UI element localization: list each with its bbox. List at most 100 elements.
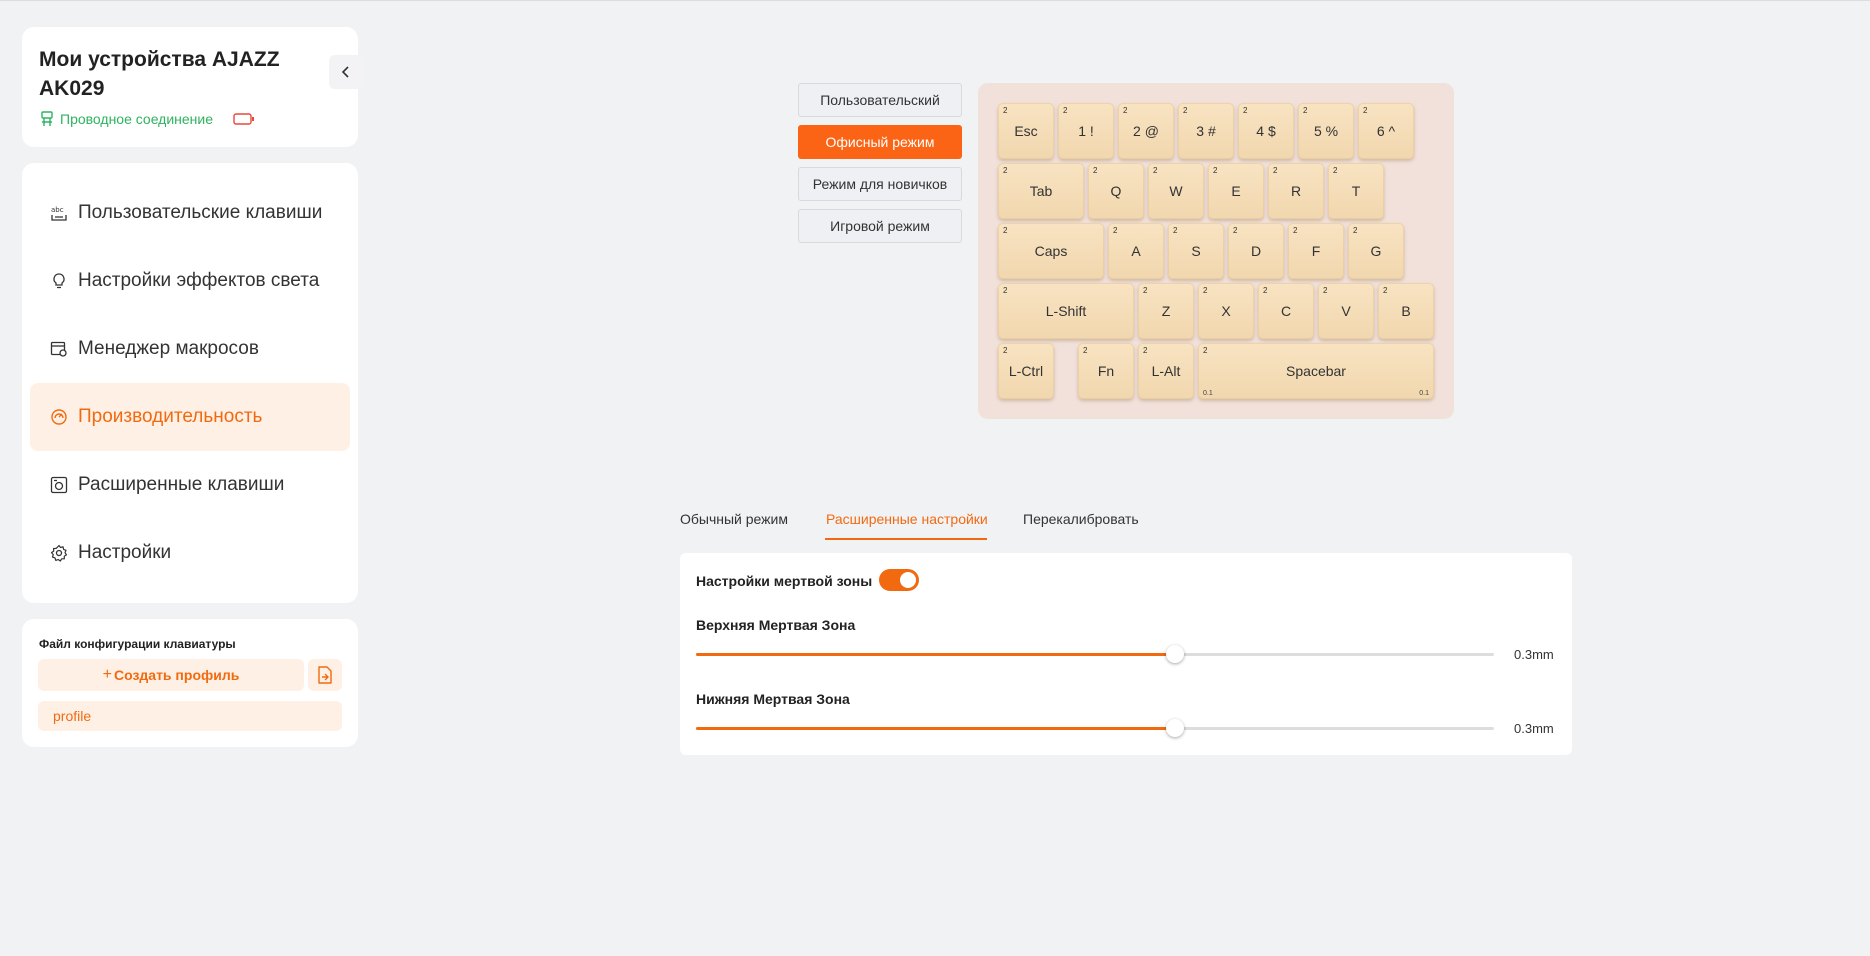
key-sub-label: 0.1	[1419, 390, 1429, 397]
key[interactable]: 2E	[1208, 163, 1264, 219]
key-travel-label: 2	[1363, 106, 1368, 115]
collapse-button[interactable]	[329, 55, 363, 89]
key[interactable]: 2S	[1168, 223, 1224, 279]
tab-normal-mode[interactable]: Обычный режим	[680, 511, 788, 527]
key[interactable]: 2A	[1108, 223, 1164, 279]
key[interactable]: 2D	[1228, 223, 1284, 279]
key-travel-label: 2	[1383, 286, 1388, 295]
connection-status: Проводное соединение	[40, 111, 255, 127]
key-label: Caps	[1034, 243, 1068, 259]
key-travel-label: 2	[1323, 286, 1328, 295]
key-travel-label: 2	[1243, 106, 1248, 115]
nav-item-custom-keys[interactable]: abc Пользовательские клавиши	[30, 179, 350, 247]
import-profile-button[interactable]	[308, 659, 342, 691]
key[interactable]: 2R	[1268, 163, 1324, 219]
key[interactable]: 2 Esc	[998, 103, 1054, 159]
key[interactable]: 2 Caps	[998, 223, 1104, 279]
lower-deadzone-slider[interactable]	[696, 719, 1494, 737]
key-travel-label: 2	[1063, 106, 1068, 115]
deadzone-toggle[interactable]	[879, 569, 919, 591]
tab-active-underline	[825, 538, 987, 540]
key-label: W	[1169, 183, 1183, 199]
mode-custom-button[interactable]: Пользовательский	[798, 83, 962, 117]
key[interactable]: 2 L-Alt	[1138, 343, 1194, 399]
macro-icon	[50, 340, 68, 358]
plus-icon: +	[102, 666, 112, 683]
key-label: F	[1311, 243, 1321, 259]
key[interactable]: 2 Tab	[998, 163, 1084, 219]
nav-item-performance[interactable]: Производительность	[30, 383, 350, 451]
key-travel-label: 2	[1173, 226, 1178, 235]
key[interactable]: 2 3 #	[1178, 103, 1234, 159]
key-travel-label: 2	[1113, 226, 1118, 235]
keyboard-layout: 2 Esc 21 ! 22 @ 23 # 24 $ 25 % 26 ^ 2 Tab …	[978, 83, 1454, 419]
key[interactable]: 2B	[1378, 283, 1434, 339]
key-label: E	[1231, 183, 1241, 199]
battery-icon	[233, 113, 255, 125]
spacebar-key[interactable]: 2 Spacebar 0.1 0.1	[1198, 343, 1434, 399]
nav-item-macro-manager[interactable]: Менеджер макросов	[30, 315, 350, 383]
key[interactable]: 2G	[1348, 223, 1404, 279]
key-travel-label: 2	[1123, 106, 1128, 115]
tab-recalibrate[interactable]: Перекалибровать	[1023, 511, 1139, 527]
nav-label: Настройки эффектов света	[78, 270, 320, 291]
key-label: S	[1191, 243, 1201, 259]
key-label: Tab	[1029, 183, 1053, 199]
lower-deadzone-label: Нижняя Мертвая Зона	[696, 691, 850, 707]
svg-text:abc: abc	[51, 206, 64, 214]
nav-item-advanced-keys[interactable]: Расширенные клавиши	[30, 451, 350, 519]
lower-deadzone-value: 0.3mm	[1514, 721, 1554, 736]
mode-beginner-button[interactable]: Режим для новичков	[798, 167, 962, 201]
key[interactable]: 2C	[1258, 283, 1314, 339]
profile-list-item[interactable]: profile	[38, 701, 342, 731]
key[interactable]: 2F	[1288, 223, 1344, 279]
key-travel-label: 2	[1303, 106, 1308, 115]
key-travel-label: 2	[1003, 286, 1008, 295]
profile-card: Файл конфигурации клавиатуры + Создать п…	[22, 619, 358, 747]
key[interactable]: 2 1 !	[1058, 103, 1114, 159]
key-label: A	[1131, 243, 1141, 259]
gauge-icon	[50, 408, 68, 426]
slider-thumb[interactable]	[1165, 645, 1184, 663]
key-travel-label: 2	[1003, 106, 1008, 115]
nav-item-settings[interactable]: Настройки	[30, 519, 350, 587]
tab-advanced-settings[interactable]: Расширенные настройки	[826, 511, 988, 527]
nav-item-light-effects[interactable]: Настройки эффектов света	[30, 247, 350, 315]
key-label: G	[1370, 243, 1382, 259]
key[interactable]: 2 2 @	[1118, 103, 1174, 159]
key-travel-label: 2	[1153, 166, 1158, 175]
key[interactable]: 2X	[1198, 283, 1254, 339]
key-travel-label: 2	[1003, 226, 1008, 235]
key[interactable]: 2 L-Ctrl	[998, 343, 1054, 399]
key-travel-label: 2	[1273, 166, 1278, 175]
mode-gaming-button[interactable]: Игровой режим	[798, 209, 962, 243]
key-travel-label: 2	[1083, 346, 1088, 355]
key-label: X	[1221, 303, 1231, 319]
mode-office-button[interactable]: Офисный режим	[798, 125, 962, 159]
usb-cable-icon	[41, 111, 53, 126]
key-travel-label: 2	[1263, 286, 1268, 295]
key[interactable]: 2 4 $	[1238, 103, 1294, 159]
key[interactable]: 2V	[1318, 283, 1374, 339]
key-travel-label: 2	[1183, 106, 1188, 115]
key[interactable]: 2Z	[1138, 283, 1194, 339]
create-profile-button[interactable]: + Создать профиль	[38, 659, 304, 691]
key[interactable]: 2W	[1148, 163, 1204, 219]
key[interactable]: 2T	[1328, 163, 1384, 219]
nav-label: Производительность	[78, 406, 263, 427]
nav-label: Пользовательские клавиши	[78, 202, 323, 223]
profile-heading: Файл конфигурации клавиатуры	[39, 637, 236, 651]
key-label: L-Shift	[1045, 303, 1087, 319]
file-import-icon	[318, 666, 332, 684]
nav-label: Настройки	[78, 542, 172, 563]
key[interactable]: 2 L-Shift	[998, 283, 1134, 339]
key[interactable]: 2 5 %	[1298, 103, 1354, 159]
upper-deadzone-slider[interactable]	[696, 645, 1494, 663]
key-label: B	[1401, 303, 1411, 319]
key[interactable]: 2 Fn	[1078, 343, 1134, 399]
key[interactable]: 2Q	[1088, 163, 1144, 219]
gear-icon	[50, 544, 68, 562]
key[interactable]: 2 6 ^	[1358, 103, 1414, 159]
key-label: 6 ^	[1376, 123, 1396, 139]
slider-thumb[interactable]	[1165, 719, 1184, 737]
